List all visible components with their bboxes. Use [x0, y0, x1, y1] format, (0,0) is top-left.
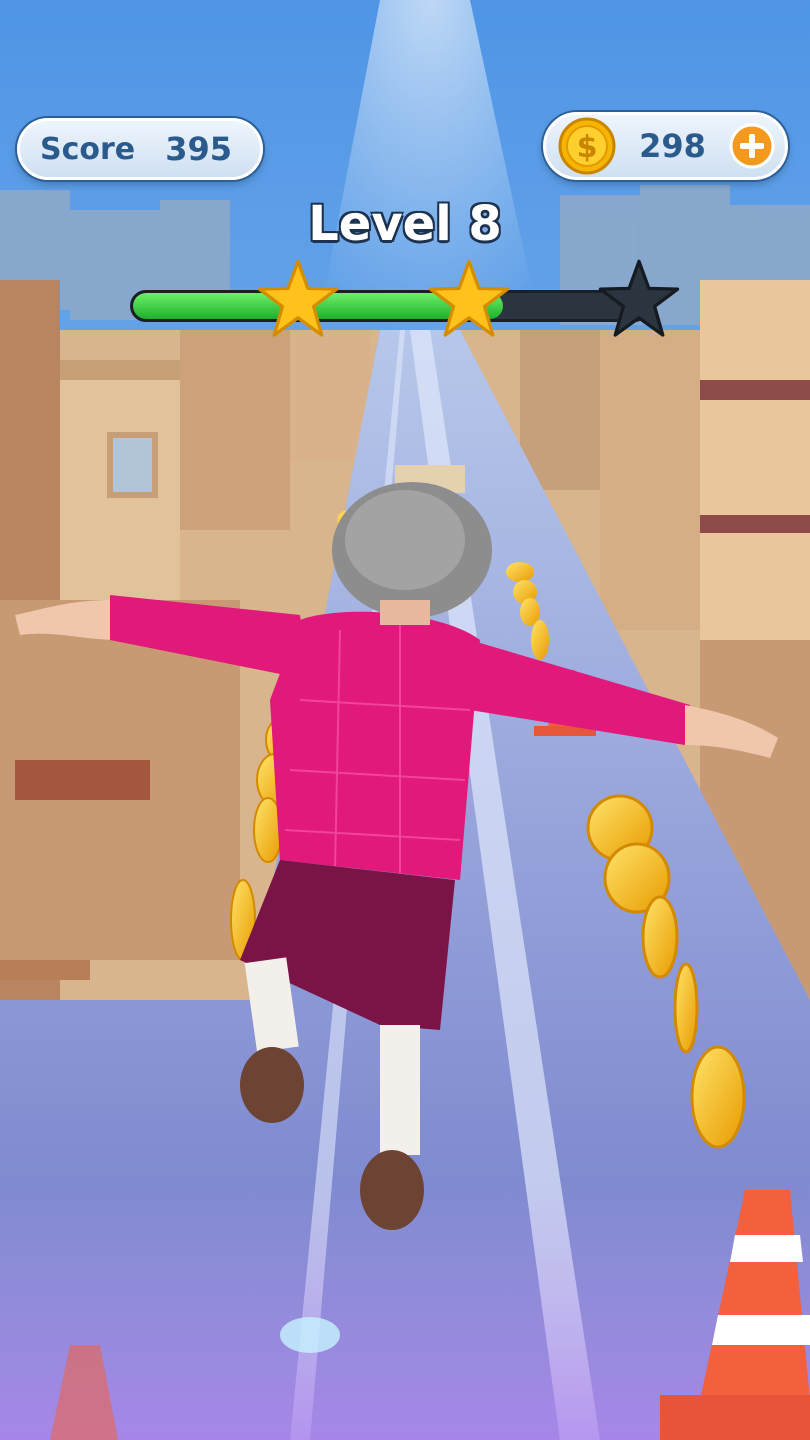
star-empty-icon	[598, 259, 680, 337]
coin-count: 298	[639, 127, 706, 165]
level-title: Level 8	[308, 196, 502, 252]
score-panel: Score 395	[17, 118, 263, 180]
level-progress-bar	[130, 290, 650, 322]
score-value: 395	[165, 130, 232, 168]
coin-panel: $ 298	[543, 112, 788, 180]
svg-text:$: $	[577, 130, 598, 165]
star-filled-icon	[428, 259, 510, 337]
plus-icon	[729, 123, 775, 169]
score-label: Score	[40, 131, 136, 167]
star-filled-icon	[257, 259, 339, 337]
add-coins-button[interactable]	[729, 123, 775, 169]
dollar-coin-icon: $	[558, 117, 616, 175]
